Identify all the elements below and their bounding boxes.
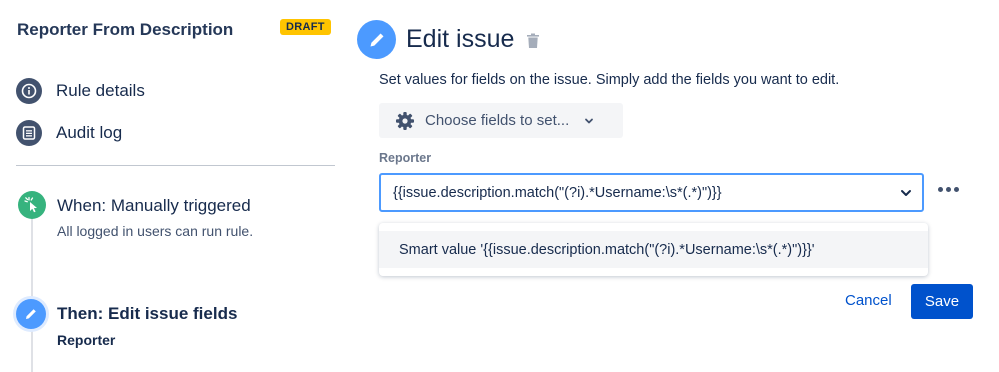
- cancel-button[interactable]: Cancel: [845, 292, 892, 309]
- timeline-line: [31, 217, 33, 372]
- trigger-step-subtitle: All logged in users can run rule.: [57, 223, 254, 239]
- sidebar-divider: [16, 165, 335, 166]
- nav-rule-details[interactable]: Rule details: [16, 78, 145, 104]
- smart-value-option[interactable]: Smart value '{{issue.description.match("…: [379, 231, 928, 268]
- chevron-down-icon[interactable]: [898, 185, 914, 201]
- smart-value-option-label: Smart value '{{issue.description.match("…: [399, 241, 815, 258]
- reporter-input-value: {{issue.description.match("(?i).*Usernam…: [393, 184, 722, 201]
- edit-pencil-icon: [357, 20, 396, 59]
- choose-fields-label: Choose fields to set...: [425, 112, 570, 129]
- reporter-field-label: Reporter: [379, 151, 432, 165]
- list-icon: [16, 120, 42, 146]
- trigger-step-title[interactable]: When: Manually triggered: [57, 196, 251, 216]
- cursor-click-icon[interactable]: [18, 191, 46, 219]
- save-button[interactable]: Save: [911, 284, 973, 319]
- description-text: Set values for fields on the issue. Simp…: [379, 72, 840, 88]
- choose-fields-button[interactable]: Choose fields to set...: [379, 103, 623, 138]
- draft-status-badge: DRAFT: [280, 19, 331, 35]
- nav-audit-log-label: Audit log: [56, 123, 123, 142]
- trash-icon[interactable]: [526, 33, 540, 49]
- nav-rule-details-label: Rule details: [56, 81, 145, 100]
- action-step-subtitle: Reporter: [57, 332, 116, 348]
- info-icon: [16, 78, 42, 104]
- gear-icon: [396, 111, 414, 130]
- chevron-down-icon: [585, 118, 594, 123]
- page-title: Edit issue: [406, 25, 515, 53]
- reporter-input[interactable]: {{issue.description.match("(?i).*Usernam…: [379, 173, 924, 212]
- nav-audit-log[interactable]: Audit log: [16, 120, 122, 146]
- pencil-icon[interactable]: [16, 299, 46, 329]
- rule-title: Reporter From Description: [17, 20, 234, 39]
- action-step-title[interactable]: Then: Edit issue fields: [57, 304, 237, 324]
- more-options-icon[interactable]: [938, 183, 959, 196]
- suggestion-dropdown: Smart value '{{issue.description.match("…: [379, 223, 928, 276]
